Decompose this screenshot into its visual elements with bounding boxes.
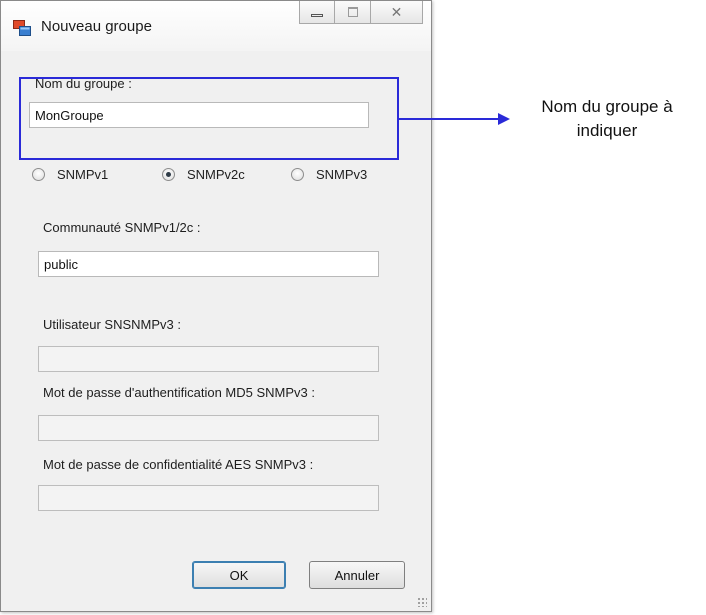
window-controls: ✕ [299, 1, 423, 24]
close-icon: ✕ [390, 4, 403, 20]
app-window-icon [13, 20, 31, 36]
minimize-button[interactable] [299, 1, 335, 24]
auth-password-input[interactable] [38, 415, 379, 441]
annotation-line-1: Nom du groupe à [541, 97, 673, 116]
radio-circle-snmpv3[interactable] [291, 168, 304, 181]
radio-snmpv2c[interactable]: SNMPv2c [162, 167, 245, 182]
radio-circle-snmpv1[interactable] [32, 168, 45, 181]
user-label: Utilisateur SNSNMPv3 : [43, 317, 181, 332]
annotation-text: Nom du groupe à indiquer [512, 95, 702, 143]
community-label: Communauté SNMPv1/2c : [43, 220, 201, 235]
auth-password-label: Mot de passe d'authentification MD5 SNMP… [43, 385, 316, 400]
user-input[interactable] [38, 346, 379, 372]
title-bar[interactable]: Nouveau groupe ✕ [1, 1, 431, 51]
close-button[interactable]: ✕ [371, 1, 423, 24]
community-input[interactable] [38, 251, 379, 277]
radio-selected-dot [166, 172, 171, 177]
maximize-icon [347, 7, 358, 17]
minimize-icon [311, 14, 323, 17]
radio-snmpv1[interactable]: SNMPv1 [32, 167, 108, 182]
annotation-line-2: indiquer [576, 121, 638, 140]
radio-circle-snmpv2c[interactable] [162, 168, 175, 181]
arrow-right-icon [498, 113, 510, 125]
resize-grip-icon[interactable] [417, 597, 427, 607]
maximize-button[interactable] [335, 1, 371, 24]
radio-label-snmpv1: SNMPv1 [57, 167, 109, 182]
cancel-button[interactable]: Annuler [309, 561, 405, 589]
privacy-password-label: Mot de passe de confidentialité AES SNMP… [43, 457, 314, 472]
annotation-arrow-line [399, 118, 502, 120]
privacy-password-input[interactable] [38, 485, 379, 511]
annotation-highlight-box [19, 77, 399, 160]
radio-label-snmpv3: SNMPv3 [316, 167, 368, 182]
ok-button[interactable]: OK [192, 561, 286, 589]
radio-label-snmpv2c: SNMPv2c [187, 167, 245, 182]
radio-snmpv3[interactable]: SNMPv3 [291, 167, 367, 182]
window-title: Nouveau groupe [41, 18, 152, 35]
